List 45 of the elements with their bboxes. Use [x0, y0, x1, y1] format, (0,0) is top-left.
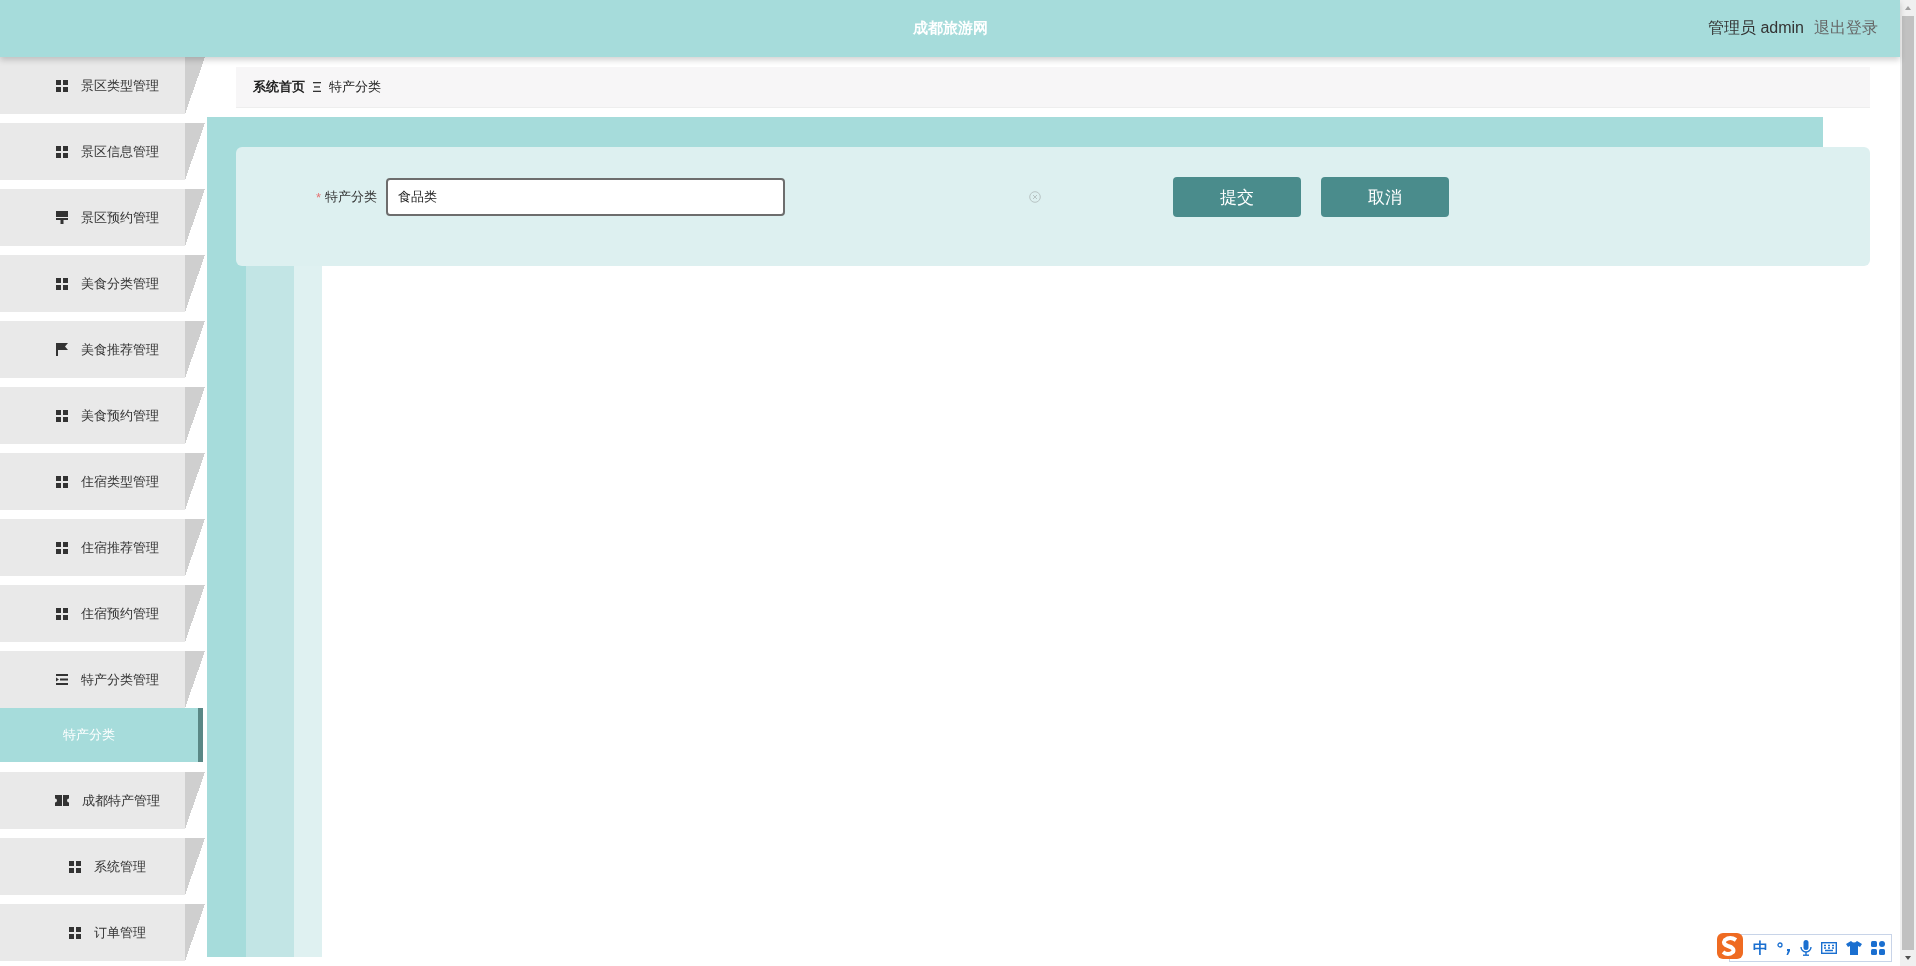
breadcrumb-link[interactable]: 系统首页 [253, 78, 305, 96]
grid-icon[interactable] [1871, 941, 1885, 955]
sidebar-item[interactable]: 成都特产管理 [0, 772, 205, 829]
sidebar-item[interactable]: 景区预约管理 [0, 189, 205, 246]
sidebar-item[interactable]: 特产分类管理 [0, 651, 205, 708]
scrollbar-thumb[interactable] [1902, 16, 1914, 950]
site-title: 成都旅游网 [912, 19, 988, 36]
punctuation-icon[interactable] [1777, 941, 1791, 955]
ticket-icon [55, 795, 69, 806]
sidebar-item[interactable]: 美食推荐管理 [0, 321, 205, 378]
separator-icon [313, 82, 321, 92]
input-field[interactable]: 食品类 [386, 178, 785, 216]
grid-icon [56, 277, 68, 290]
required-mark: * [315, 189, 321, 205]
flag-icon [56, 343, 68, 356]
sidebar-item[interactable]: 美食预约管理 [0, 387, 205, 444]
grid-icon [56, 607, 68, 620]
sidebar-item[interactable]: 景区信息管理 [0, 123, 205, 180]
breadcrumb-link[interactable]: 特产分类 [329, 78, 381, 96]
user-label: 管理员 admin [1707, 18, 1804, 38]
sidebar-item[interactable]: 住宿推荐管理 [0, 519, 205, 576]
sidebar-item[interactable]: 住宿预约管理 [0, 585, 205, 642]
list-icon [56, 674, 68, 685]
grid-icon [56, 79, 68, 92]
grid-icon [69, 926, 81, 939]
paint-roller-icon [56, 211, 68, 224]
sidebar-item[interactable]: 系统管理 [0, 838, 205, 895]
ime-mode-label[interactable]: 中 [1753, 938, 1768, 958]
grid-icon [56, 541, 68, 554]
sidebar-item[interactable]: 景区类型管理 [0, 57, 205, 114]
sidebar-item[interactable]: 订单管理 [0, 904, 205, 961]
field-label: 特产分类 [325, 188, 377, 206]
keyboard-icon[interactable] [1821, 942, 1837, 954]
shirt-icon[interactable] [1846, 941, 1862, 955]
ime-logo-icon[interactable] [1716, 932, 1744, 960]
grid-icon [56, 145, 68, 158]
grid-icon [56, 475, 68, 488]
microphone-icon[interactable] [1800, 940, 1812, 956]
form-button[interactable]: 取消 [1321, 177, 1449, 217]
sidebar-item[interactable]: 住宿类型管理 [0, 453, 205, 510]
logout-link[interactable]: 退出登录 [1814, 18, 1878, 39]
grid-icon [56, 409, 68, 422]
grid-icon [69, 860, 81, 873]
sidebar-item[interactable]: 美食分类管理 [0, 255, 205, 312]
form-button[interactable]: 提交 [1173, 177, 1301, 217]
